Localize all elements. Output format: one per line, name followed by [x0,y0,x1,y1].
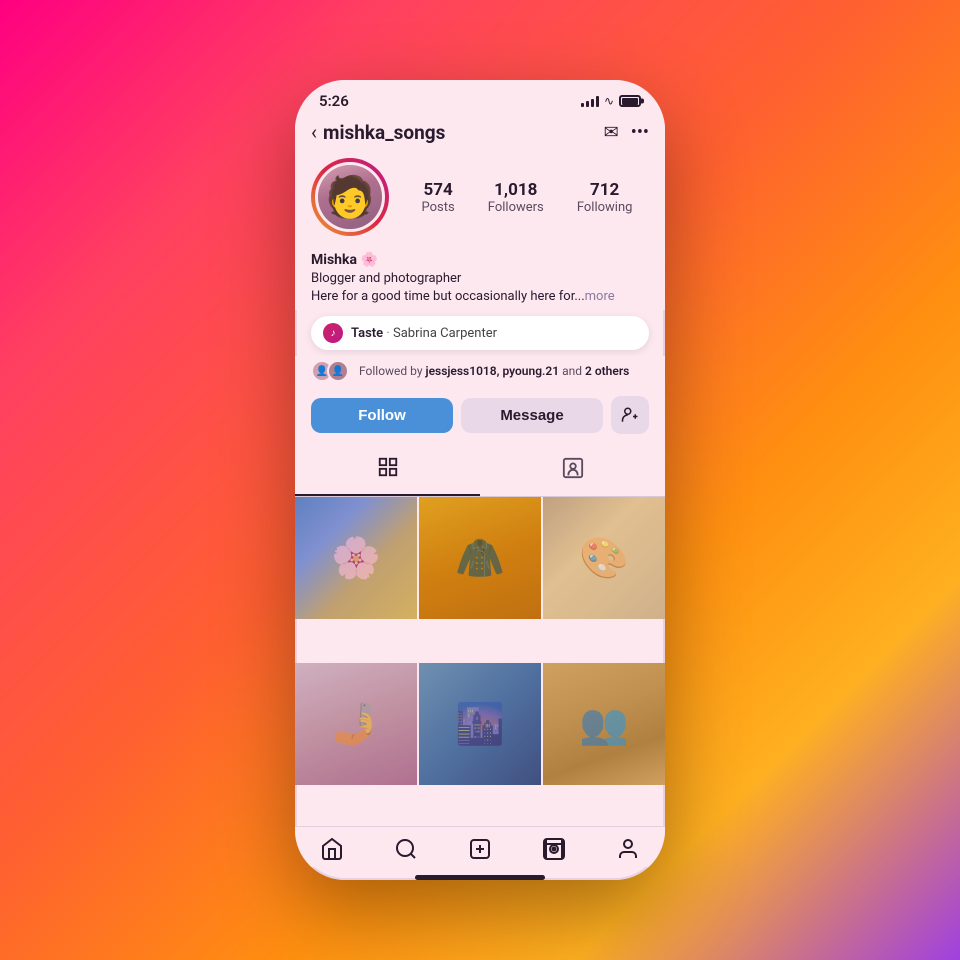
grid-icon [377,456,399,484]
profile-username: mishka_songs [323,121,445,144]
status-icons: ∿ [581,94,641,108]
music-text: Taste · Sabrina Carpenter [351,326,497,341]
phone-frame: 5:26 ∿ ‹ mishka_songs ✉ ••• [295,80,665,880]
follower-others[interactable]: 2 others [585,364,629,378]
follower-avatars: 👤 👤 [311,360,343,382]
tab-tagged[interactable] [480,446,665,496]
message-button[interactable]: Message [461,398,603,433]
more-options-icon[interactable]: ••• [631,122,649,143]
following-stat[interactable]: 712 Following [577,180,633,215]
bio-line1: Blogger and photographer [311,271,461,286]
posts-stat[interactable]: 574 Posts [422,180,455,215]
back-button[interactable]: ‹ [311,120,317,144]
nav-create[interactable] [468,837,492,861]
home-icon [320,837,344,861]
home-indicator [415,875,545,880]
header-left: ‹ mishka_songs [311,120,445,144]
following-count: 712 [590,180,619,200]
wifi-icon: ∿ [604,94,614,108]
bio-line2: Here for a good time but occasionally he… [311,289,585,304]
grid-item[interactable] [295,663,417,785]
signal-icon [581,95,599,107]
stats-container: 574 Posts 1,018 Followers 712 Following [405,180,649,215]
battery-icon [619,95,641,107]
header-right: ✉ ••• [604,122,649,143]
status-time: 5:26 [319,92,349,110]
followers-stat[interactable]: 1,018 Followers [488,180,544,215]
tab-grid[interactable] [295,446,480,496]
music-song-title: Taste [351,326,383,341]
nav-home[interactable] [320,837,344,861]
content-tabs [295,446,665,497]
nav-profile[interactable] [616,837,640,861]
posts-label: Posts [422,200,455,215]
profile-section: 574 Posts 1,018 Followers 712 Following [295,154,665,246]
create-icon [468,837,492,861]
grid-item[interactable] [543,663,665,785]
followed-by-section: 👤 👤 Followed by jessjess1018, pyoung.21 … [295,356,665,390]
profile-nav-icon [616,837,640,861]
nav-reels[interactable] [542,837,566,861]
bio-text: Blogger and photographer Here for a good… [311,270,649,306]
followers-count: 1,018 [494,180,537,200]
avatar-container [311,158,389,236]
action-buttons: Follow Message [295,390,665,446]
add-person-button[interactable] [611,396,649,434]
avatar [315,162,385,232]
follower-avatar-2: 👤 [327,360,349,382]
profile-display-name: Mishka 🌸 [311,252,649,268]
bio-more-link[interactable]: more [585,289,615,304]
send-icon[interactable]: ✉ [604,122,619,143]
search-icon [394,837,418,861]
profile-header: ‹ mishka_songs ✉ ••• [295,114,665,154]
tagged-icon [562,457,584,485]
music-pill[interactable]: ♪ Taste · Sabrina Carpenter [311,316,649,350]
grid-item[interactable] [419,663,541,785]
music-artist-name: Sabrina Carpenter [393,326,497,341]
music-separator: · [386,326,389,341]
follower-names[interactable]: jessjess1018, pyoung.21 [426,364,560,378]
status-bar: 5:26 ∿ [295,80,665,114]
grid-item[interactable] [543,497,665,619]
photo-grid [295,497,665,826]
nav-search[interactable] [394,837,418,861]
avatar-story-ring[interactable] [311,158,389,236]
bottom-navigation [295,826,665,867]
grid-item[interactable] [419,497,541,619]
profile-stats: 574 Posts 1,018 Followers 712 Following [311,158,649,236]
grid-item[interactable] [295,497,417,619]
reels-icon [542,837,566,861]
follow-button[interactable]: Follow [311,398,453,433]
followers-label: Followers [488,200,544,215]
add-person-icon [621,406,639,424]
bio-section: Mishka 🌸 Blogger and photographer Here f… [295,246,665,310]
posts-count: 574 [423,180,452,200]
followed-by-text: Followed by jessjess1018, pyoung.21 and … [359,364,629,378]
avatar-face [318,165,382,229]
music-icon: ♪ [323,323,343,343]
following-label: Following [577,200,633,215]
